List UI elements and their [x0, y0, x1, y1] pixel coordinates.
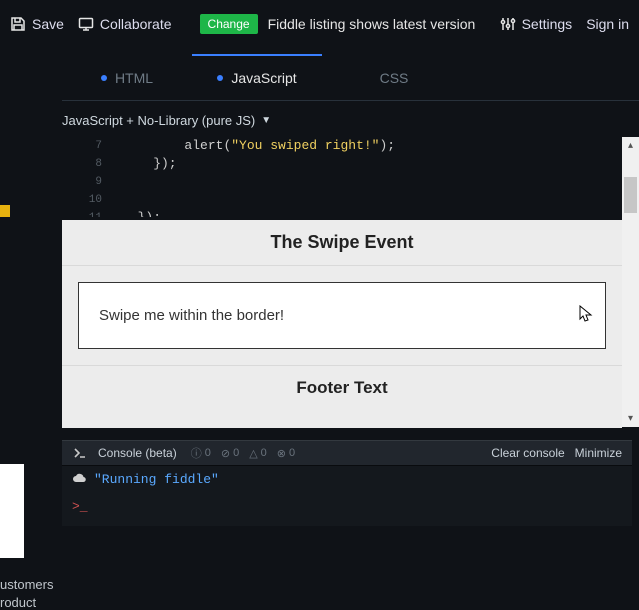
- preview-header: The Swipe Event: [62, 220, 622, 266]
- console-message: "Running fiddle": [94, 472, 219, 487]
- settings-label: Settings: [522, 16, 573, 32]
- tab-html[interactable]: HTML: [62, 55, 192, 100]
- tab-label: JavaScript: [231, 70, 296, 86]
- listing-notice[interactable]: Change Fiddle listing shows latest versi…: [200, 14, 476, 34]
- scrollbar-thumb[interactable]: [624, 177, 637, 213]
- collaborate-icon: [78, 16, 94, 32]
- save-button[interactable]: Save: [10, 16, 64, 32]
- collaborate-button[interactable]: Collaborate: [78, 16, 172, 32]
- console-header: Console (beta) ⓘ0 ⊘0 △0 ⊗0 Clear console…: [62, 440, 632, 466]
- scroll-down-button[interactable]: ▾: [622, 410, 639, 427]
- minimize-console-button[interactable]: Minimize: [575, 446, 622, 460]
- tab-css[interactable]: CSS: [322, 55, 452, 100]
- console-prompt-icon: [72, 445, 88, 461]
- warning-badge: [0, 205, 10, 217]
- console-counters: ⓘ0 ⊘0 △0 ⊗0: [191, 445, 295, 461]
- preview-footer: Footer Text: [62, 365, 622, 409]
- notice-text: Fiddle listing shows latest version: [268, 16, 476, 32]
- error-icon: ⊗: [277, 447, 286, 460]
- mouse-cursor-icon: [579, 305, 593, 323]
- cloud-icon: △: [249, 447, 257, 460]
- signin-button[interactable]: Sign in: [586, 16, 629, 32]
- console-title: Console (beta): [98, 446, 177, 460]
- language-selector[interactable]: JavaScript + No-Library (pure JS) ▼: [62, 113, 271, 128]
- swipe-area[interactable]: Swipe me within the border!: [78, 282, 606, 349]
- console-output[interactable]: "Running fiddle" >_: [62, 466, 632, 526]
- result-preview: The Swipe Event Swipe me within the bord…: [62, 220, 622, 428]
- code-lines: alert("You swiped right!"); }); });: [122, 137, 632, 217]
- save-icon: [10, 16, 26, 32]
- text-fragment: roduct: [0, 594, 53, 610]
- text-fragment: ustomers: [0, 576, 53, 594]
- change-badge: Change: [200, 14, 258, 34]
- cloud-icon: [72, 472, 86, 487]
- swipe-instruction: Swipe me within the border!: [99, 307, 284, 324]
- scroll-up-button[interactable]: ▴: [622, 137, 639, 154]
- code-line: [122, 173, 632, 191]
- cloud-counter: △0: [249, 447, 267, 460]
- warn-counter: ⊘0: [221, 447, 239, 460]
- tab-label: CSS: [380, 70, 409, 86]
- code-line: });: [122, 209, 632, 217]
- sliders-icon: [500, 16, 516, 32]
- tab-javascript[interactable]: JavaScript: [192, 55, 322, 100]
- info-icon: ⓘ: [191, 445, 202, 461]
- code-editor[interactable]: 7 8 9 10 11 alert("You swiped right!"); …: [62, 137, 632, 217]
- info-counter: ⓘ0: [191, 445, 211, 461]
- console-prompt[interactable]: >_: [72, 499, 622, 514]
- cropped-text-fragment: ustomers roduct: [0, 576, 53, 610]
- line-number: 11: [62, 209, 114, 217]
- line-number: 8: [62, 155, 114, 173]
- toolbar-left-group: Save Collaborate: [10, 16, 172, 32]
- language-selector-label: JavaScript + No-Library (pure JS): [62, 113, 255, 128]
- settings-button[interactable]: Settings: [500, 16, 573, 32]
- line-number: 7: [62, 137, 114, 155]
- line-number: 9: [62, 173, 114, 191]
- top-toolbar: Save Collaborate Change Fiddle listing s…: [0, 0, 639, 48]
- toolbar-right-group: Settings Sign in: [500, 16, 629, 32]
- clear-console-button[interactable]: Clear console: [491, 446, 564, 460]
- editor-tabs: HTML JavaScript CSS: [62, 55, 639, 101]
- console-line: "Running fiddle": [72, 472, 622, 487]
- save-label: Save: [32, 16, 64, 32]
- modified-dot-icon: [101, 75, 107, 81]
- collaborate-label: Collaborate: [100, 16, 172, 32]
- line-gutter: 7 8 9 10 11: [62, 137, 114, 217]
- code-line: [122, 191, 632, 209]
- code-line: });: [122, 155, 632, 173]
- caret-down-icon: ▼: [261, 115, 271, 126]
- left-panel-fragment: [0, 464, 24, 558]
- signin-label: Sign in: [586, 16, 629, 32]
- line-number: 10: [62, 191, 114, 209]
- code-line: alert("You swiped right!");: [122, 137, 632, 155]
- modified-dot-icon: [217, 75, 223, 81]
- vertical-scrollbar[interactable]: ▴ ▾: [622, 137, 639, 427]
- error-counter: ⊗0: [277, 447, 295, 460]
- warn-icon: ⊘: [221, 447, 230, 460]
- tab-label: HTML: [115, 70, 153, 86]
